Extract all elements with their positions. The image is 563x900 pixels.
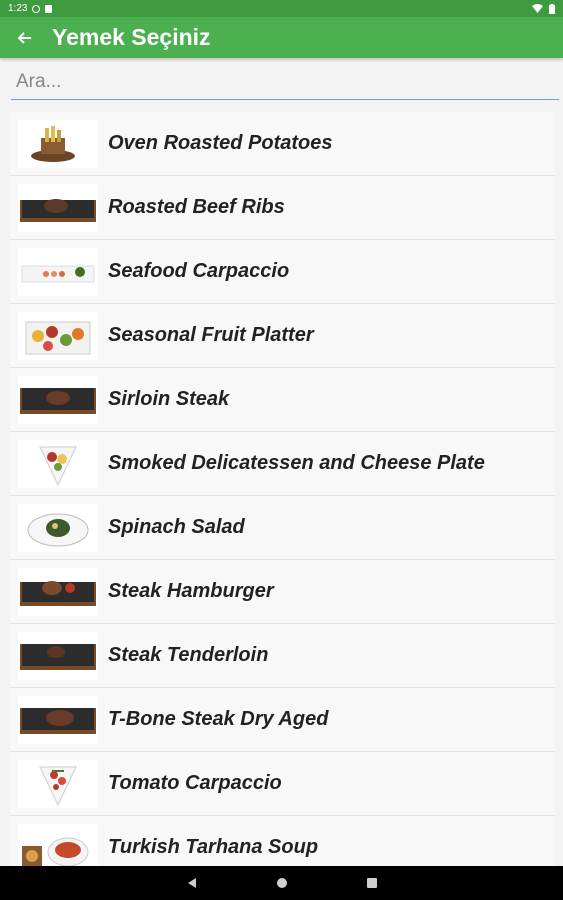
- list-item[interactable]: Turkish Tarhana Soup: [10, 816, 555, 866]
- list-item[interactable]: Oven Roasted Potatoes: [10, 112, 555, 176]
- battery-icon: [549, 3, 555, 14]
- dish-image: [18, 695, 98, 744]
- list-item[interactable]: Steak Hamburger: [10, 560, 555, 624]
- dish-name: Seasonal Fruit Platter: [108, 324, 314, 346]
- back-arrow-icon: [18, 31, 31, 44]
- nav-recents-icon: [366, 878, 377, 888]
- page-title: Yemek Seçiniz: [52, 24, 211, 50]
- dish-name: Steak Tenderloin: [108, 644, 269, 666]
- back-button[interactable]: [12, 25, 38, 51]
- nav-home-icon: [276, 878, 287, 888]
- dish-name: Turkish Tarhana Soup: [108, 836, 319, 858]
- dish-image: [18, 247, 98, 296]
- dish-image: [18, 183, 98, 232]
- list-item[interactable]: Tomato Carpaccio: [10, 752, 555, 816]
- list-item[interactable]: Smoked Delicatessen and Cheese Plate: [10, 432, 555, 496]
- dish-name: Seafood Carpaccio: [108, 260, 290, 282]
- app-bar: Yemek Seçiniz: [0, 17, 563, 58]
- dish-image: [18, 631, 98, 680]
- dish-name: T-Bone Steak Dry Aged: [108, 708, 329, 730]
- list-item[interactable]: T-Bone Steak Dry Aged: [10, 688, 555, 752]
- dish-name: Tomato Carpaccio: [108, 772, 282, 794]
- dish-name: Steak Hamburger: [108, 580, 274, 602]
- list-item[interactable]: Seasonal Fruit Platter: [10, 304, 555, 368]
- nav-back-icon: [187, 878, 196, 888]
- navigation-bar: [0, 866, 563, 900]
- dish-image: [18, 375, 98, 424]
- wifi-icon: [532, 4, 543, 13]
- list-item[interactable]: Roasted Beef Ribs: [10, 176, 555, 240]
- dish-name: Oven Roasted Potatoes: [108, 132, 333, 154]
- dish-name: Roasted Beef Ribs: [108, 196, 285, 218]
- sync-icon: [32, 4, 41, 13]
- dish-image: [18, 119, 98, 168]
- dish-image: [18, 311, 98, 360]
- dish-image: [18, 759, 98, 808]
- list-item[interactable]: Steak Tenderloin: [10, 624, 555, 688]
- list-item[interactable]: Seafood Carpaccio: [10, 240, 555, 304]
- nav-home-button[interactable]: [274, 875, 290, 891]
- list-item[interactable]: Sirloin Steak: [10, 368, 555, 432]
- notification-icon: [45, 4, 53, 13]
- dish-name: Spinach Salad: [108, 516, 245, 538]
- status-bar: 1:23: [0, 0, 563, 17]
- search-field[interactable]: [11, 64, 559, 100]
- search-input[interactable]: [11, 64, 559, 99]
- dish-list[interactable]: Oven Roasted Potatoes Roasted Beef Ribs …: [10, 112, 555, 866]
- dish-image: [18, 823, 98, 866]
- nav-recents-button[interactable]: [364, 875, 380, 891]
- dish-image: [18, 567, 98, 616]
- dish-name: Smoked Delicatessen and Cheese Plate: [108, 452, 485, 474]
- status-time: 1:23: [8, 3, 28, 14]
- nav-back-button[interactable]: [184, 875, 200, 891]
- dish-image: [18, 503, 98, 552]
- list-item[interactable]: Spinach Salad: [10, 496, 555, 560]
- dish-image: [18, 439, 98, 488]
- dish-name: Sirloin Steak: [108, 388, 230, 410]
